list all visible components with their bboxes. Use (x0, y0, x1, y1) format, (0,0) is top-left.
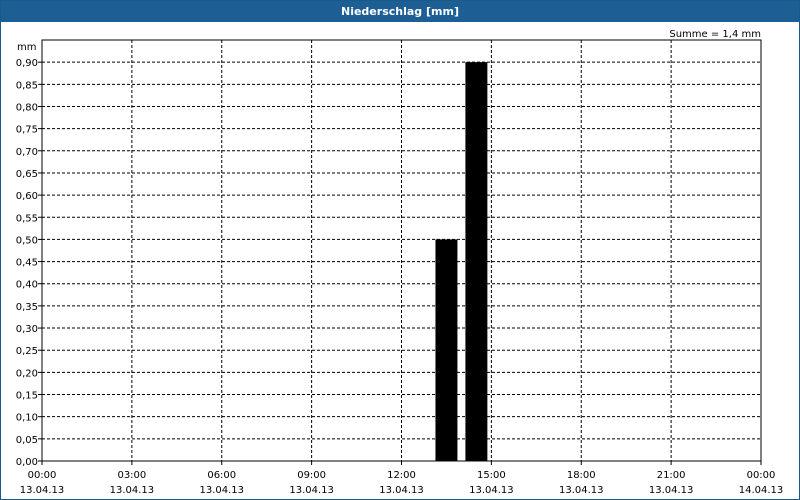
precipitation-chart: mm Summe = 1,4 mm 0,000,050,100,150,200,… (16, 29, 784, 496)
y-tick-label: 0,65 (16, 169, 38, 180)
y-tick-label: 0,05 (16, 435, 38, 446)
y-tick-label: 0,60 (16, 191, 38, 202)
y-tick-label: 0,35 (16, 302, 38, 313)
y-tick-label: 0,75 (16, 125, 38, 136)
y-tick-label: 0,45 (16, 258, 38, 269)
x-tick-date-label: 13.04.13 (559, 485, 604, 496)
y-tick-label: 0,55 (16, 213, 38, 224)
x-tick-date-label: 13.04.13 (110, 485, 155, 496)
y-tick-label: 0,70 (16, 147, 38, 158)
x-tick-time-label: 12:00 (387, 470, 416, 481)
y-tick-label: 0,90 (16, 58, 38, 69)
sum-annotation: Summe = 1,4 mm (669, 29, 761, 40)
x-tick-time-label: 00:00 (747, 470, 776, 481)
y-tick-label: 0,25 (16, 346, 38, 357)
x-tick-time-label: 09:00 (297, 470, 326, 481)
y-tick-label: 0,10 (16, 413, 38, 424)
y-tick-label: 0,40 (16, 280, 38, 291)
y-tick-label: 0,20 (16, 368, 38, 379)
x-tick-time-label: 00:00 (28, 470, 57, 481)
precipitation-bar (465, 62, 488, 461)
y-axis-unit-label: mm (17, 42, 36, 53)
chart-window: Niederschlag [mm] mm Summe = 1,4 mm 0,00… (0, 0, 800, 500)
x-tick-time-label: 21:00 (657, 470, 686, 481)
window-title: Niederschlag [mm] (1, 1, 799, 22)
x-tick-date-label: 13.04.13 (469, 485, 514, 496)
x-tick-time-label: 15:00 (477, 470, 506, 481)
x-tick-date-label: 13.04.13 (199, 485, 244, 496)
y-tick-label: 0,50 (16, 235, 38, 246)
x-tick-date-label: 13.04.13 (649, 485, 694, 496)
x-axis-ticks: 00:00 13.04.13 03:00 13.04.13 06:00 13.04.13 0… (20, 461, 784, 496)
y-tick-label: 0,00 (16, 457, 38, 468)
x-tick-time-label: 06:00 (207, 470, 236, 481)
x-tick-date-label: 13.04.13 (20, 485, 65, 496)
y-tick-label: 0,30 (16, 324, 38, 335)
x-tick-time-label: 03:00 (117, 470, 146, 481)
x-tick-date-label: 13.04.13 (379, 485, 424, 496)
x-tick-date-label: 14.04.13 (739, 485, 784, 496)
y-tick-label: 0,80 (16, 102, 38, 113)
precipitation-bar (435, 239, 458, 461)
y-tick-label: 0,85 (16, 80, 38, 91)
x-tick-date-label: 13.04.13 (289, 485, 334, 496)
y-axis-ticks: 0,00 0,05 0,10 0,15 0,20 0,25 0,30 0,35 0,40 0,45… (16, 58, 42, 468)
x-tick-time-label: 18:00 (567, 470, 596, 481)
y-tick-label: 0,15 (16, 391, 38, 402)
